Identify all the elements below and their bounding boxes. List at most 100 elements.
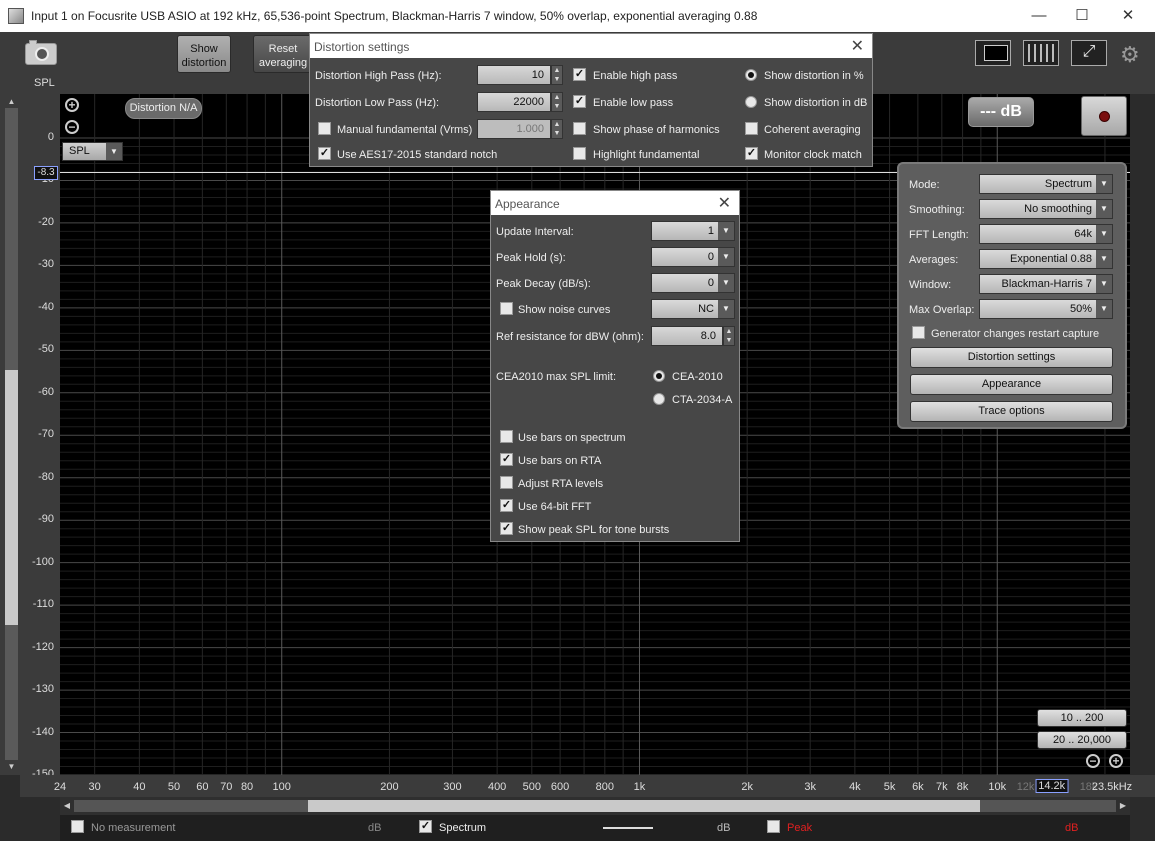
- camera-icon[interactable]: [25, 40, 57, 65]
- update-interval-label: Update Interval:: [496, 226, 574, 238]
- trace1-db-label: dB: [368, 822, 382, 834]
- db-readout-button[interactable]: --- dB: [968, 97, 1034, 127]
- monitor-clock-checkbox[interactable]: ✓: [745, 147, 758, 160]
- aes17-checkbox[interactable]: ✓: [318, 147, 331, 160]
- manual-fundamental-input[interactable]: 1.000: [477, 119, 551, 139]
- peak-decay-label: Peak Decay (dB/s):: [496, 278, 591, 290]
- column-layout-icon[interactable]: [1023, 40, 1059, 66]
- window-select[interactable]: Blackman-Harris 7 ▼: [979, 274, 1113, 294]
- cea-2010-radio[interactable]: [653, 370, 665, 382]
- y-tick-label: -80: [38, 470, 54, 483]
- chevron-down-icon: ▼: [106, 143, 122, 160]
- x-zoom-in-icon[interactable]: +: [1109, 754, 1123, 768]
- show-noise-checkbox[interactable]: [500, 302, 513, 315]
- high-pass-input[interactable]: 10: [477, 65, 551, 85]
- window-title: Input 1 on Focusrite USB ASIO at 192 kHz…: [31, 9, 758, 23]
- highlight-fundamental-checkbox[interactable]: [573, 147, 586, 160]
- high-pass-label: Distortion High Pass (Hz):: [315, 70, 442, 82]
- averages-select[interactable]: Exponential 0.88 ▼: [979, 249, 1113, 269]
- peak-hold-select[interactable]: 0 ▼: [651, 247, 735, 267]
- peak-decay-select[interactable]: 0 ▼: [651, 273, 735, 293]
- peak-spl-checkbox[interactable]: ✓: [500, 522, 513, 535]
- gear-icon[interactable]: ⚙: [1120, 42, 1140, 68]
- x-zoom-out-icon[interactable]: −: [1086, 754, 1100, 768]
- range-10-200-button[interactable]: 10 .. 200: [1037, 709, 1127, 727]
- bars-spectrum-checkbox[interactable]: [500, 430, 513, 443]
- fit-view-icon[interactable]: ⤢: [1071, 40, 1107, 66]
- zoom-out-icon[interactable]: −: [65, 120, 79, 134]
- adjust-rta-checkbox[interactable]: [500, 476, 513, 489]
- x-tick-label: 8k: [956, 781, 969, 793]
- coherent-checkbox[interactable]: [745, 122, 758, 135]
- spectrum-label: Spectrum: [439, 822, 487, 834]
- manual-fundamental-checkbox[interactable]: [318, 122, 331, 135]
- record-button[interactable]: [1081, 96, 1127, 136]
- vscroll-thumb[interactable]: [5, 370, 18, 625]
- peak-hold-label: Peak Hold (s):: [496, 252, 566, 264]
- fft-length-select[interactable]: 64k ▼: [979, 224, 1113, 244]
- range-20-20000-button[interactable]: 20 .. 20,000: [1037, 731, 1127, 749]
- vscroll-down-arrow[interactable]: ▼: [5, 760, 18, 773]
- show-phase-checkbox[interactable]: [573, 122, 586, 135]
- distortion-settings-button[interactable]: Distortion settings: [910, 347, 1113, 368]
- hscroll-thumb[interactable]: [308, 800, 980, 812]
- show-pct-radio[interactable]: [745, 69, 757, 81]
- x-tick-label: 200: [380, 781, 399, 793]
- low-pass-stepper[interactable]: ▲ ▼: [551, 92, 563, 112]
- appearance-dialog-close-icon[interactable]: ✕: [718, 193, 731, 213]
- low-pass-input[interactable]: 22000: [477, 92, 551, 112]
- vertical-scrollbar[interactable]: [5, 108, 18, 760]
- fft64-checkbox[interactable]: ✓: [500, 499, 513, 512]
- y-tick-label: -30: [38, 258, 54, 271]
- manual-fundamental-stepper[interactable]: ▲ ▼: [551, 119, 563, 139]
- fft-length-label: FFT Length:: [909, 229, 969, 241]
- generator-restart-checkbox[interactable]: [912, 326, 925, 339]
- high-pass-stepper[interactable]: ▲ ▼: [551, 65, 563, 85]
- no-measurement-checkbox[interactable]: [71, 820, 84, 833]
- reset-averaging-button[interactable]: Reset averaging: [253, 35, 313, 73]
- y-tick-label: -110: [32, 598, 54, 611]
- update-interval-value: 1: [707, 225, 714, 237]
- y-tick-label: -130: [31, 683, 54, 696]
- show-distortion-button[interactable]: Show distortion: [177, 35, 231, 73]
- ref-resistance-input[interactable]: 8.0: [651, 326, 723, 346]
- enable-high-pass-checkbox[interactable]: ✓: [573, 68, 586, 81]
- enable-low-pass-label: Enable low pass: [593, 97, 674, 109]
- y-tick-label: -60: [38, 385, 54, 398]
- bars-rta-checkbox[interactable]: ✓: [500, 453, 513, 466]
- show-db-label: Show distortion in dB: [764, 97, 868, 109]
- distortion-dialog-close-icon[interactable]: ✕: [851, 36, 864, 56]
- minimize-button[interactable]: —: [1029, 6, 1049, 26]
- hscroll-right-arrow[interactable]: ▶: [1117, 800, 1129, 812]
- enable-low-pass-checkbox[interactable]: ✓: [573, 95, 586, 108]
- generator-restart-label: Generator changes restart capture: [931, 328, 1100, 340]
- appearance-dialog-title: Appearance: [495, 197, 560, 211]
- noise-curve-select[interactable]: NC ▼: [651, 299, 735, 319]
- x-tick-label: 600: [550, 781, 570, 793]
- appearance-button[interactable]: Appearance: [910, 374, 1113, 395]
- zoom-in-icon[interactable]: +: [65, 98, 79, 112]
- smoothing-select[interactable]: No smoothing ▼: [979, 199, 1113, 219]
- ref-resistance-stepper[interactable]: ▲ ▼: [723, 326, 735, 346]
- single-graph-icon[interactable]: [975, 40, 1011, 66]
- fft-length-value: 64k: [1074, 228, 1092, 240]
- title-bar: Input 1 on Focusrite USB ASIO at 192 kHz…: [0, 0, 1155, 32]
- x-tick-label: 23.5kHz: [1091, 781, 1133, 793]
- spectrum-checkbox[interactable]: ✓: [419, 820, 432, 833]
- show-db-radio[interactable]: [745, 96, 757, 108]
- cta-2034-radio[interactable]: [653, 393, 665, 405]
- update-interval-select[interactable]: 1 ▼: [651, 221, 735, 241]
- hscroll-left-arrow[interactable]: ◀: [61, 800, 73, 812]
- horizontal-scrollbar[interactable]: ◀ ▶: [60, 797, 1130, 815]
- close-button[interactable]: ✕: [1118, 6, 1138, 26]
- spl-select[interactable]: SPL ▼: [62, 142, 123, 161]
- vscroll-up-arrow[interactable]: ▲: [5, 95, 18, 108]
- trace-options-button[interactable]: Trace options: [910, 401, 1113, 422]
- x-tick-label: 3k: [804, 781, 816, 793]
- mode-select[interactable]: Spectrum ▼: [979, 174, 1113, 194]
- max-overlap-select[interactable]: 50% ▼: [979, 299, 1113, 319]
- maximize-button[interactable]: ☐: [1072, 6, 1092, 26]
- x-tick-label: 5k: [883, 781, 896, 793]
- x-tick-label: 4k: [849, 781, 861, 793]
- peak-checkbox[interactable]: [767, 820, 780, 833]
